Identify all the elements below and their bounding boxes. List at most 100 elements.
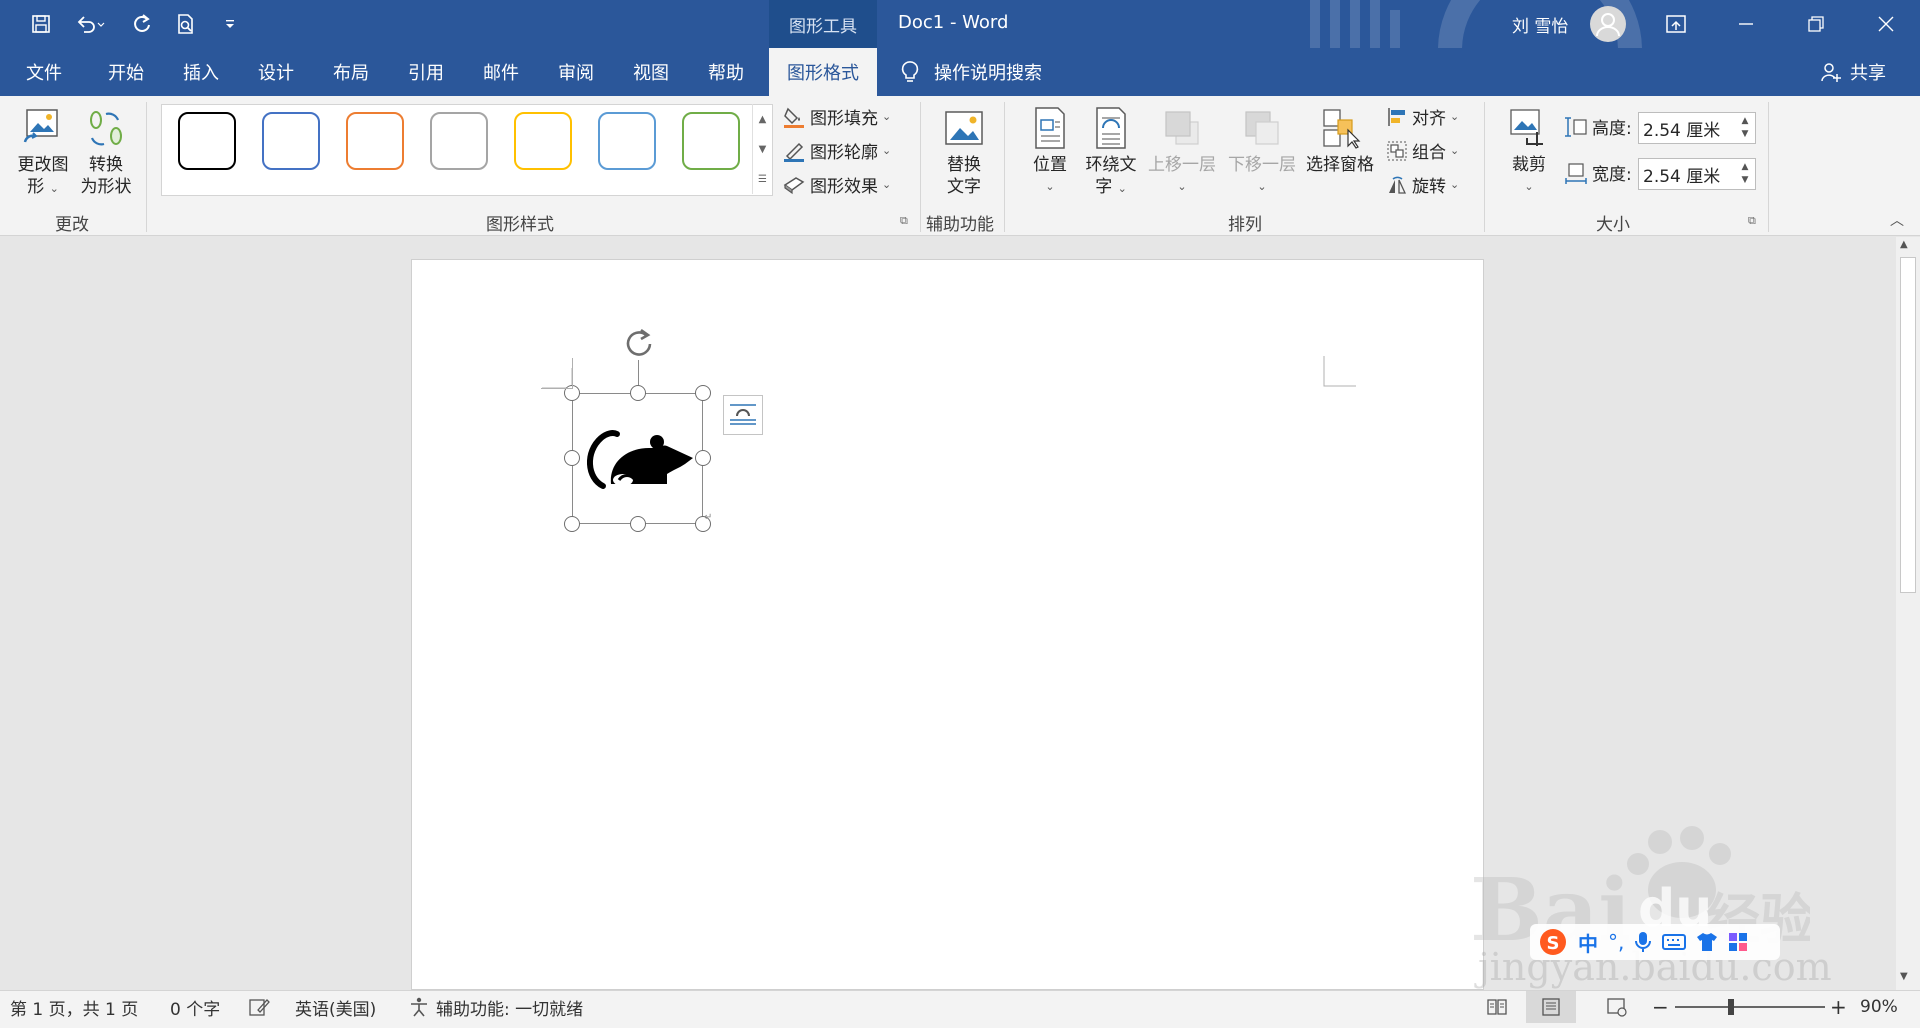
width-spinner[interactable]: ▲ ▼ bbox=[1737, 161, 1753, 187]
tab-file[interactable]: 文件 bbox=[14, 48, 74, 96]
zoom-in-button[interactable]: + bbox=[1830, 991, 1847, 1023]
crop-button[interactable]: 裁剪 ⌄ bbox=[1504, 106, 1554, 198]
resize-handle-left[interactable] bbox=[564, 450, 580, 466]
proofing-status[interactable] bbox=[248, 991, 270, 1023]
shape-styles-dialog-launcher[interactable]: ⧉ bbox=[900, 214, 908, 228]
restore-icon bbox=[1808, 16, 1824, 32]
web-layout-button[interactable] bbox=[1606, 991, 1628, 1023]
scroll-up-button[interactable]: ▲ bbox=[1900, 239, 1908, 250]
scroll-down-button[interactable]: ▼ bbox=[1900, 971, 1908, 982]
tab-shape-format[interactable]: 图形格式 bbox=[769, 48, 877, 96]
print-layout-button[interactable] bbox=[1526, 991, 1576, 1023]
shape-style-swatch[interactable] bbox=[178, 112, 236, 170]
group-label-shape-styles: 图形样式 bbox=[486, 215, 554, 235]
shape-outline-label: 图形轮廓 bbox=[810, 143, 878, 163]
selection-pane-button[interactable]: 选择窗格 bbox=[1302, 106, 1378, 176]
group-label-change: 更改 bbox=[55, 215, 89, 235]
shape-style-swatch[interactable] bbox=[598, 112, 656, 170]
shape-fill-button[interactable]: 图形填充 ⌄ bbox=[782, 104, 891, 129]
height-input[interactable]: 2.54 厘米 ▲ ▼ bbox=[1638, 112, 1756, 144]
bring-forward-button[interactable]: 上移一层 ⌄ bbox=[1144, 106, 1220, 198]
avatar[interactable] bbox=[1590, 6, 1626, 42]
redo-button[interactable] bbox=[126, 8, 158, 40]
skin-shirt-icon[interactable] bbox=[1696, 932, 1718, 952]
undo-button[interactable] bbox=[68, 8, 114, 40]
language-status[interactable]: 英语(美国) bbox=[295, 991, 376, 1023]
tab-view[interactable]: 视图 bbox=[621, 48, 681, 96]
selected-graphic[interactable] bbox=[572, 393, 703, 524]
shape-effects-icon bbox=[783, 176, 805, 194]
toolbox-grid-icon[interactable] bbox=[1728, 932, 1748, 952]
align-button[interactable]: 对齐 ⌄ bbox=[1386, 104, 1459, 129]
align-icon bbox=[1388, 107, 1405, 126]
resize-handle-bottom[interactable] bbox=[630, 516, 646, 532]
zoom-level[interactable]: 90% bbox=[1860, 991, 1898, 1023]
vertical-scrollbar[interactable]: ▲ ▼ bbox=[1896, 237, 1920, 990]
ribbon-display-icon bbox=[1666, 15, 1686, 33]
gallery-scroll-down-button[interactable]: ▼ bbox=[752, 134, 772, 164]
position-button[interactable]: 位置 ⌄ bbox=[1022, 106, 1078, 198]
shape-style-swatch[interactable] bbox=[430, 112, 488, 170]
gallery-more-button[interactable]: ☰ bbox=[752, 164, 772, 194]
tab-help[interactable]: 帮助 bbox=[696, 48, 756, 96]
layout-options-button[interactable] bbox=[723, 395, 763, 435]
resize-handle-top-right[interactable] bbox=[695, 385, 711, 401]
ime-toolbar[interactable]: S 中 °, bbox=[1530, 924, 1780, 960]
keyboard-icon[interactable] bbox=[1662, 933, 1687, 951]
size-dialog-launcher[interactable]: ⧉ bbox=[1748, 214, 1756, 228]
status-bar: 第 1 页，共 1 页 0 个字 英语(美国) 辅助功能: 一切就绪 − + 9… bbox=[0, 990, 1920, 1028]
close-button[interactable] bbox=[1852, 0, 1920, 48]
ime-mode-label[interactable]: 中 bbox=[1578, 928, 1598, 957]
gallery-scroll-up-button[interactable]: ▲ bbox=[752, 104, 772, 134]
send-backward-button[interactable]: 下移一层 ⌄ bbox=[1224, 106, 1300, 198]
width-input[interactable]: 2.54 厘米 ▲ ▼ bbox=[1638, 158, 1756, 190]
user-name[interactable]: 刘 雪怡 bbox=[1512, 12, 1568, 37]
tab-review[interactable]: 审阅 bbox=[546, 48, 606, 96]
ribbon-display-options-button[interactable] bbox=[1642, 0, 1710, 48]
margin-corner-mark bbox=[1323, 356, 1356, 387]
tab-mailings[interactable]: 邮件 bbox=[471, 48, 531, 96]
tab-references[interactable]: 引用 bbox=[396, 48, 456, 96]
shape-style-swatch[interactable] bbox=[682, 112, 740, 170]
convert-to-shape-button[interactable]: 转换 为形状 bbox=[76, 106, 136, 198]
accessibility-status[interactable]: 辅助功能: 一切就绪 bbox=[408, 991, 583, 1023]
shape-style-swatch[interactable] bbox=[346, 112, 404, 170]
minimize-button[interactable] bbox=[1712, 0, 1780, 48]
tab-layout[interactable]: 布局 bbox=[321, 48, 381, 96]
scrollbar-thumb[interactable] bbox=[1900, 257, 1916, 593]
page-count[interactable]: 第 1 页，共 1 页 bbox=[10, 991, 138, 1023]
customize-qat-button[interactable] bbox=[214, 8, 246, 40]
height-spinner[interactable]: ▲ ▼ bbox=[1737, 115, 1753, 141]
shape-style-swatch[interactable] bbox=[514, 112, 572, 170]
zoom-slider-thumb[interactable] bbox=[1728, 999, 1734, 1015]
tab-design[interactable]: 设计 bbox=[246, 48, 306, 96]
shape-style-swatch[interactable] bbox=[262, 112, 320, 170]
collapse-ribbon-button[interactable]: ︿ bbox=[1890, 210, 1904, 230]
tab-insert[interactable]: 插入 bbox=[171, 48, 231, 96]
shape-effects-label: 图形效果 bbox=[810, 177, 878, 197]
share-button[interactable]: 共享 bbox=[1820, 48, 1886, 96]
convert-label-1: 转换 bbox=[89, 155, 123, 175]
resize-handle-bottom-left[interactable] bbox=[564, 516, 580, 532]
tab-home[interactable]: 开始 bbox=[96, 48, 156, 96]
rotation-handle[interactable] bbox=[622, 326, 656, 360]
print-preview-button[interactable] bbox=[170, 8, 202, 40]
zoom-out-button[interactable]: − bbox=[1652, 991, 1669, 1023]
wrap-text-button[interactable]: 环绕文 字 ⌄ bbox=[1080, 106, 1142, 200]
save-button[interactable] bbox=[25, 8, 57, 40]
shape-effects-button[interactable]: 图形效果 ⌄ bbox=[782, 172, 891, 197]
ime-punctuation-icon[interactable]: °, bbox=[1608, 930, 1624, 954]
read-mode-button[interactable] bbox=[1486, 991, 1508, 1023]
word-count[interactable]: 0 个字 bbox=[170, 991, 220, 1023]
restore-button[interactable] bbox=[1782, 0, 1850, 48]
change-graphic-button[interactable]: 更改图 形 ⌄ bbox=[12, 106, 74, 200]
microphone-icon[interactable] bbox=[1634, 931, 1652, 953]
group-objects-button[interactable]: 组合 ⌄ bbox=[1386, 138, 1459, 163]
shape-outline-button[interactable]: 图形轮廓 ⌄ bbox=[782, 138, 891, 163]
zoom-slider[interactable] bbox=[1675, 999, 1825, 1015]
resize-handle-right[interactable] bbox=[695, 450, 711, 466]
tell-me-search[interactable]: 操作说明搜索 bbox=[900, 48, 1042, 96]
alt-text-button[interactable]: 替换 文字 bbox=[932, 106, 996, 198]
resize-handle-top[interactable] bbox=[630, 385, 646, 401]
rotate-button[interactable]: 旋转 ⌄ bbox=[1386, 172, 1459, 197]
